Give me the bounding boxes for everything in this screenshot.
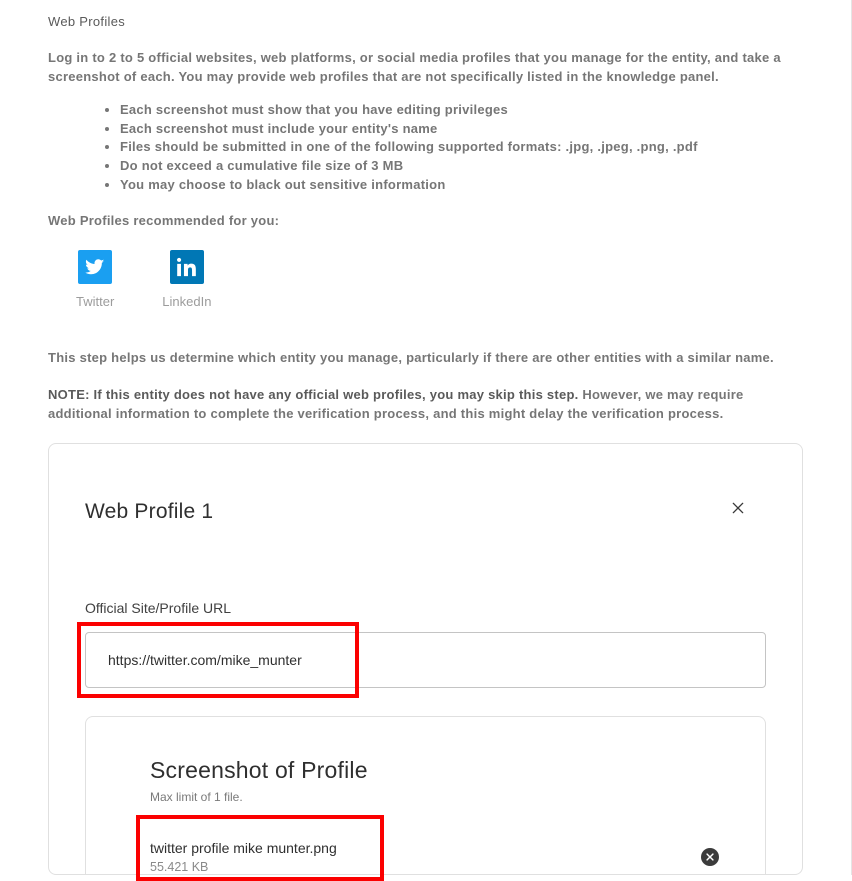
recommended-twitter[interactable]: Twitter (76, 250, 114, 309)
uploaded-file-row: twitter profile mike munter.png 55.421 K… (150, 840, 719, 874)
twitter-label: Twitter (76, 294, 114, 309)
screenshot-card: Screenshot of Profile Max limit of 1 fil… (85, 716, 766, 874)
requirement-item: Do not exceed a cumulative file size of … (120, 157, 803, 176)
url-input[interactable] (85, 632, 766, 688)
linkedin-label: LinkedIn (162, 294, 211, 309)
recommended-linkedin[interactable]: LinkedIn (162, 250, 211, 309)
intro-text: Log in to 2 to 5 official websites, web … (48, 49, 803, 87)
file-meta: twitter profile mike munter.png 55.421 K… (150, 840, 337, 874)
url-field-label: Official Site/Profile URL (85, 600, 766, 616)
section-title: Web Profiles (48, 14, 803, 29)
twitter-icon (78, 250, 112, 284)
file-limit-text: Max limit of 1 file. (150, 790, 719, 804)
helper-text: This step helps us determine which entit… (48, 349, 803, 368)
web-profile-card: Web Profile 1 Official Site/Profile URL … (48, 443, 803, 875)
file-size: 55.421 KB (150, 860, 337, 874)
requirement-item: You may choose to black out sensitive in… (120, 176, 803, 195)
close-card-button[interactable] (730, 500, 746, 519)
note-line: NOTE: If this entity does not have any o… (48, 386, 803, 424)
linkedin-icon (170, 250, 204, 284)
close-icon (730, 500, 746, 516)
close-icon (705, 852, 715, 862)
card-title: Web Profile 1 (85, 500, 766, 524)
recommended-profiles: Twitter LinkedIn (76, 250, 803, 309)
page-root: Web Profiles Log in to 2 to 5 official w… (0, 0, 852, 875)
requirement-item: Files should be submitted in one of the … (120, 138, 803, 157)
note-bold: NOTE: If this entity does not have any o… (48, 387, 579, 402)
file-name: twitter profile mike munter.png (150, 840, 337, 856)
requirement-item: Each screenshot must show that you have … (120, 101, 803, 120)
recommended-label: Web Profiles recommended for you: (48, 213, 803, 228)
screenshot-heading: Screenshot of Profile (150, 757, 719, 784)
requirements-list: Each screenshot must show that you have … (48, 101, 803, 195)
remove-file-button[interactable] (701, 848, 719, 866)
requirement-item: Each screenshot must include your entity… (120, 120, 803, 139)
url-field-wrapper (85, 632, 766, 688)
